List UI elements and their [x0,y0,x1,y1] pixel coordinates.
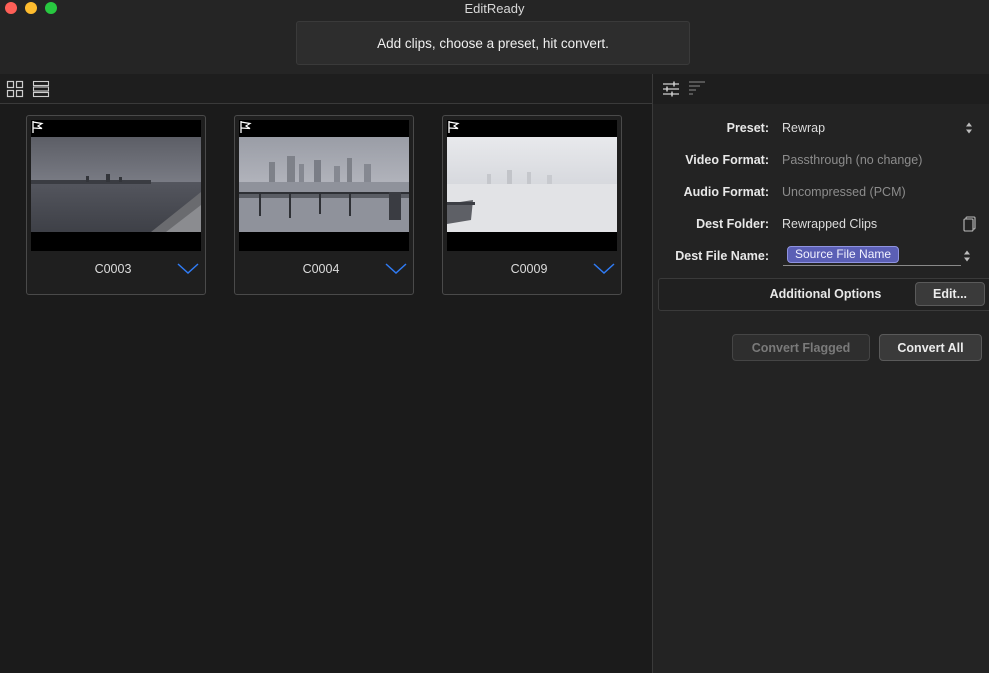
dest-file-name-label: Dest File Name: [675,249,769,263]
clips-grid: C0003 C0004 C0009 [0,105,652,673]
clip-thumbnail[interactable] [239,120,409,251]
preset-label: Preset: [726,121,769,135]
chevron-down-icon[interactable] [593,263,615,275]
settings-panel: Preset: Rewrap Video Format: Passthrough… [653,104,989,673]
window-title: EditReady [464,1,525,16]
status-message: Add clips, choose a preset, hit convert. [377,35,609,51]
convert-flagged-button[interactable]: Convert Flagged [732,334,870,361]
dest-file-name-row: Dest File Name: Source File Name [653,244,989,268]
status-message-box: Add clips, choose a preset, hit convert. [296,21,690,65]
clip-card[interactable]: C0003 [26,115,206,295]
list-view-button[interactable] [32,80,50,98]
edit-options-button[interactable]: Edit... [915,282,985,306]
audio-format-label: Audio Format: [683,185,769,199]
dest-file-name-field[interactable]: Source File Name [783,244,961,266]
list-view-icon [32,80,50,98]
flag-icon[interactable] [31,120,45,134]
clip-name: C0009 [510,262,548,276]
clip-thumbnail-image [239,137,409,232]
folder-picker-icon[interactable] [963,216,976,232]
metadata-icon[interactable] [688,80,706,98]
flag-icon[interactable] [239,120,253,134]
clip-thumbnail-image [31,137,201,232]
chevron-down-icon[interactable] [385,263,407,275]
clip-name: C0004 [302,262,340,276]
updown-arrows-icon[interactable] [965,121,973,135]
chevron-down-icon[interactable] [177,263,199,275]
convert-all-button[interactable]: Convert All [879,334,982,361]
sliders-icon[interactable] [662,80,680,98]
audio-format-row: Audio Format: Uncompressed (PCM) [653,180,989,204]
video-format-label: Video Format: [685,153,769,167]
settings-toolbar [653,74,989,104]
dest-folder-label: Dest Folder: [696,217,769,231]
audio-format-value: Uncompressed (PCM) [782,185,906,199]
updown-arrows-icon[interactable] [963,249,971,263]
preset-select[interactable]: Rewrap [782,121,825,135]
source-file-name-token[interactable]: Source File Name [787,246,900,263]
title-bar: EditReady Add clips, choose a preset, hi… [0,0,989,74]
video-format-value: Passthrough (no change) [782,153,923,167]
flag-icon[interactable] [447,120,461,134]
clips-toolbar [0,74,652,104]
clip-thumbnail[interactable] [447,120,617,251]
dest-folder-row: Dest Folder: Rewrapped Clips [653,212,989,236]
grid-view-button[interactable] [6,80,24,98]
clip-thumbnail-image [447,137,617,232]
video-format-row: Video Format: Passthrough (no change) [653,148,989,172]
clip-thumbnail[interactable] [31,120,201,251]
clip-card[interactable]: C0004 [234,115,414,295]
clip-card[interactable]: C0009 [442,115,622,295]
dest-folder-value: Rewrapped Clips [782,217,878,231]
clip-name: C0003 [94,262,132,276]
grid-view-icon [6,80,24,98]
preset-row[interactable]: Preset: Rewrap [653,116,989,140]
additional-options-box: Additional Options Edit... [658,278,989,311]
